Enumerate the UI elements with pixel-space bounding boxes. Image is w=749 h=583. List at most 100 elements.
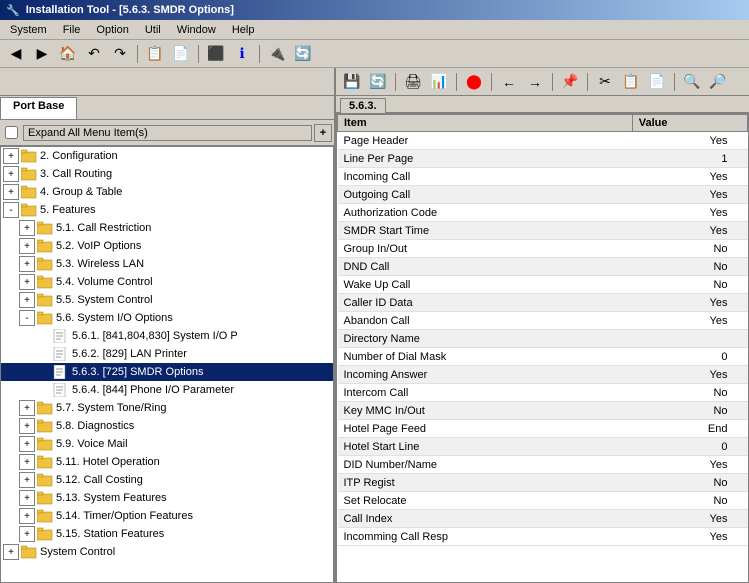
tree-toggle[interactable]: + xyxy=(19,256,35,272)
paste2-button[interactable]: 📄 xyxy=(645,71,669,93)
copy-button[interactable]: 📋 xyxy=(143,43,167,65)
tree-toggle[interactable]: + xyxy=(3,166,19,182)
tree-item-volumecontrol[interactable]: + 5.4. Volume Control xyxy=(1,273,333,291)
table-row[interactable]: Line Per Page1 xyxy=(338,150,748,168)
menu-util[interactable]: Util xyxy=(137,22,169,38)
tree-item-callrouting[interactable]: + 3. Call Routing xyxy=(1,165,333,183)
printall-button[interactable]: 📊 xyxy=(427,71,451,93)
table-row[interactable]: Abandon CallYes xyxy=(338,312,748,330)
table-row[interactable]: Incomming Call RespYes xyxy=(338,528,748,546)
tree-toggle[interactable]: + xyxy=(19,400,35,416)
tree-item-sysio1[interactable]: 5.6.1. [841,804,830] System I/O P xyxy=(1,327,333,345)
table-row[interactable]: Call IndexYes xyxy=(338,510,748,528)
tree-item-sysfeatures[interactable]: + 5.13. System Features xyxy=(1,489,333,507)
paste-button[interactable]: 📄 xyxy=(169,43,193,65)
reload-button[interactable]: 🔄 xyxy=(366,71,390,93)
tree-toggle[interactable]: + xyxy=(19,526,35,542)
table-row[interactable]: Directory Name xyxy=(338,330,748,348)
stop-button[interactable]: ⬛ xyxy=(204,43,228,65)
tree-item-stationfeatures[interactable]: + 5.15. Station Features xyxy=(1,525,333,543)
menu-option[interactable]: Option xyxy=(88,22,136,38)
red-circle[interactable]: ⬤ xyxy=(462,71,486,93)
tree-item-sysio4[interactable]: 5.6.4. [844] Phone I/O Parameter xyxy=(1,381,333,399)
find-button[interactable]: 🔍 xyxy=(680,71,704,93)
tree-item-voicemail[interactable]: + 5.9. Voice Mail xyxy=(1,435,333,453)
table-row[interactable]: Wake Up CallNo xyxy=(338,276,748,294)
tree-item-hotelop[interactable]: + 5.11. Hotel Operation xyxy=(1,453,333,471)
menu-window[interactable]: Window xyxy=(169,22,224,38)
findnext-button[interactable]: 🔎 xyxy=(706,71,730,93)
tree-toggle[interactable]: + xyxy=(3,148,19,164)
tree-item-systemtone[interactable]: + 5.7. System Tone/Ring xyxy=(1,399,333,417)
tree-item-systemcontrol[interactable]: + 5.5. System Control xyxy=(1,291,333,309)
tree-item-systemcontrol2[interactable]: + System Control xyxy=(1,543,333,561)
table-row[interactable]: Caller ID DataYes xyxy=(338,294,748,312)
tree-toggle[interactable]: - xyxy=(3,202,19,218)
table-row[interactable]: Set RelocateNo xyxy=(338,492,748,510)
connect-button[interactable]: 🔌 xyxy=(265,43,289,65)
table-row[interactable]: DND CallNo xyxy=(338,258,748,276)
expand-all-button[interactable]: Expand All Menu Item(s) xyxy=(23,125,312,141)
tree-item-sysio3[interactable]: 5.6.3. [725] SMDR Options xyxy=(1,363,333,381)
redo-button[interactable]: ↷ xyxy=(108,43,132,65)
port-base-tab[interactable]: Port Base xyxy=(0,97,77,119)
table-row[interactable]: Key MMC In/OutNo xyxy=(338,402,748,420)
tree-item-timeroption[interactable]: + 5.14. Timer/Option Features xyxy=(1,507,333,525)
tree-toggle[interactable]: - xyxy=(19,310,35,326)
table-row[interactable]: Incoming AnswerYes xyxy=(338,366,748,384)
tree-item-sysio2[interactable]: 5.6.2. [829] LAN Printer xyxy=(1,345,333,363)
back-button[interactable]: ◀ xyxy=(4,43,28,65)
tree-toggle[interactable]: + xyxy=(3,184,19,200)
right-arrow[interactable]: → xyxy=(523,71,547,93)
menu-system[interactable]: System xyxy=(2,22,55,38)
tree-item-config[interactable]: + 2. Configuration xyxy=(1,147,333,165)
tree-toggle[interactable]: + xyxy=(19,454,35,470)
table-row[interactable]: Group In/OutNo xyxy=(338,240,748,258)
save-button[interactable]: 💾 xyxy=(340,71,364,93)
copy2-button[interactable]: 📋 xyxy=(619,71,643,93)
pin-button[interactable]: 📌 xyxy=(558,71,582,93)
info-button[interactable]: ℹ xyxy=(230,43,254,65)
tree-item-systemio[interactable]: - 5.6. System I/O Options xyxy=(1,309,333,327)
tree-toggle[interactable]: + xyxy=(19,238,35,254)
tree-toggle[interactable]: + xyxy=(19,292,35,308)
tree-toggle[interactable]: + xyxy=(3,544,19,560)
table-row[interactable]: ITP RegistNo xyxy=(338,474,748,492)
tree-toggle[interactable]: + xyxy=(19,274,35,290)
undo-button[interactable]: ↶ xyxy=(82,43,106,65)
left-arrow[interactable]: ← xyxy=(497,71,521,93)
tree-toggle[interactable]: + xyxy=(19,508,35,524)
table-row[interactable]: DID Number/NameYes xyxy=(338,456,748,474)
cut-button[interactable]: ✂ xyxy=(593,71,617,93)
tree-toggle[interactable]: + xyxy=(19,436,35,452)
table-row[interactable]: Page HeaderYes xyxy=(338,132,748,150)
tree-view[interactable]: + 2. Configuration+ 3. Call Routing+ 4. … xyxy=(0,146,334,583)
table-row[interactable]: SMDR Start TimeYes xyxy=(338,222,748,240)
refresh-button[interactable]: 🔄 xyxy=(291,43,315,65)
menu-help[interactable]: Help xyxy=(224,22,263,38)
expand-checkbox[interactable] xyxy=(5,126,18,139)
tree-toggle[interactable]: + xyxy=(19,418,35,434)
tree-item-callrestriction[interactable]: + 5.1. Call Restriction xyxy=(1,219,333,237)
forward-button[interactable]: ▶ xyxy=(30,43,54,65)
tree-item-callcosting[interactable]: + 5.12. Call Costing xyxy=(1,471,333,489)
table-row[interactable]: Hotel Page FeedEnd xyxy=(338,420,748,438)
home-button[interactable]: 🏠 xyxy=(56,43,80,65)
print-button[interactable]: 🖨 xyxy=(401,71,425,93)
add-button[interactable]: + xyxy=(314,124,332,142)
tree-toggle[interactable]: + xyxy=(19,220,35,236)
tree-toggle[interactable]: + xyxy=(19,490,35,506)
tree-toggle[interactable]: + xyxy=(19,472,35,488)
table-row[interactable]: Number of Dial Mask0 xyxy=(338,348,748,366)
table-row[interactable]: Authorization CodeYes xyxy=(338,204,748,222)
tree-item-grouptable[interactable]: + 4. Group & Table xyxy=(1,183,333,201)
tree-item-features[interactable]: - 5. Features xyxy=(1,201,333,219)
table-row[interactable]: Incoming CallYes xyxy=(338,168,748,186)
tree-item-diagnostics[interactable]: + 5.8. Diagnostics xyxy=(1,417,333,435)
tree-item-voipoptions[interactable]: + 5.2. VoIP Options xyxy=(1,237,333,255)
table-row[interactable]: Intercom CallNo xyxy=(338,384,748,402)
tree-item-wirelesslan[interactable]: + 5.3. Wireless LAN xyxy=(1,255,333,273)
table-row[interactable]: Hotel Start Line0 xyxy=(338,438,748,456)
table-row[interactable]: Outgoing CallYes xyxy=(338,186,748,204)
menu-file[interactable]: File xyxy=(55,22,89,38)
